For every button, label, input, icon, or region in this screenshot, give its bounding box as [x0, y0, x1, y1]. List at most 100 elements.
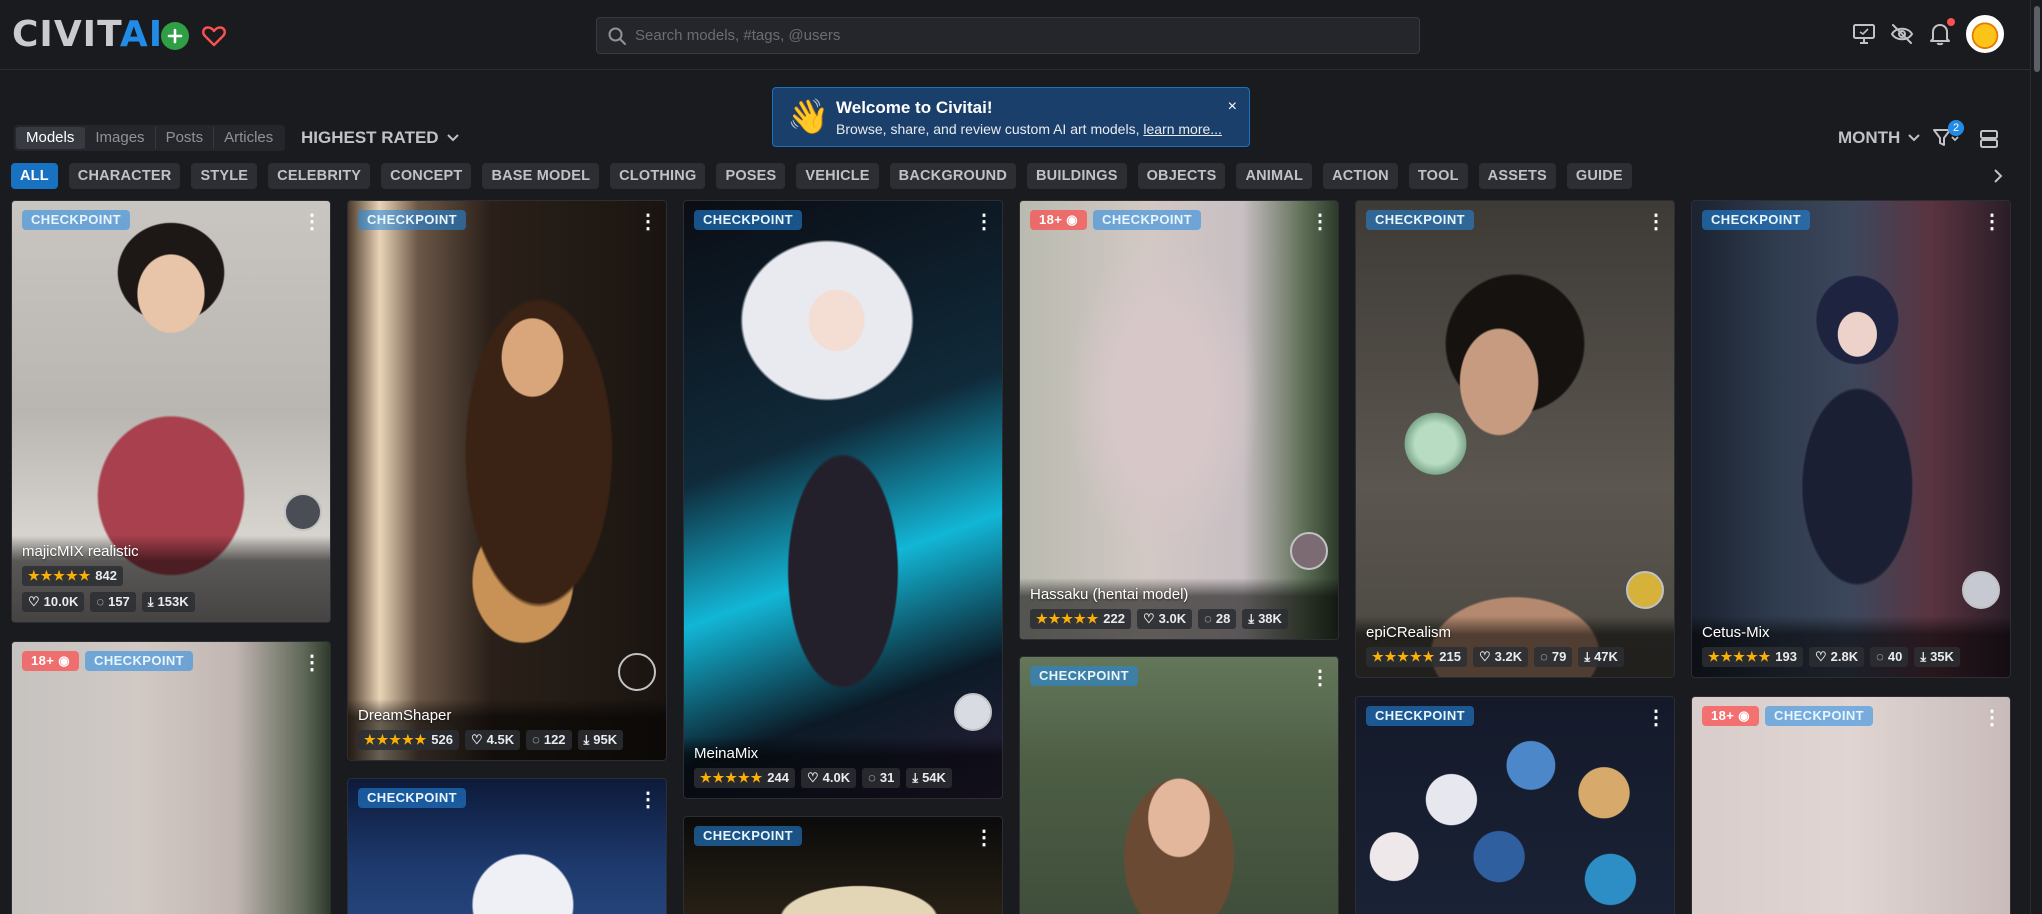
model-card[interactable]: CHECKPOINT ⋮ [683, 816, 1003, 914]
chip-background[interactable]: BACKGROUND [889, 163, 1017, 189]
card-menu-button[interactable]: ⋮ [1310, 211, 1330, 233]
creator-avatar[interactable] [618, 653, 656, 691]
chip-objects[interactable]: OBJECTS [1137, 163, 1226, 189]
tab-articles[interactable]: Articles [213, 127, 283, 149]
model-card[interactable]: 18+ ◉ CHECKPOINT ⋮ Hassaku (hentai model… [1019, 200, 1339, 640]
model-card[interactable]: CHECKPOINT ⋮ MeinaMix ★★★★★ 244 ♡ 4.0K ◌ 31… [683, 200, 1003, 799]
card-menu-button[interactable]: ⋮ [1646, 211, 1666, 233]
star-rating-icon: ★★★★★ [1372, 649, 1436, 664]
card-menu-button[interactable]: ⋮ [638, 211, 658, 233]
model-title[interactable]: DreamShaper [358, 707, 656, 724]
model-card[interactable]: CHECKPOINT ⋮ [1019, 656, 1339, 914]
downloads-stat: ⤓ 38K [1242, 609, 1288, 629]
model-card[interactable]: CHECKPOINT ⋮ majicMIX realistic ★★★★★ 842… [11, 200, 331, 623]
comments-stat: ◌ 79 [1534, 647, 1573, 667]
model-card[interactable]: CHECKPOINT ⋮ Cetus-Mix ★★★★★ 193 ♡ 2.8K ◌ 4… [1691, 200, 2011, 678]
page-scrollbar[interactable] [2030, 0, 2042, 914]
tab-models[interactable]: Models [16, 127, 85, 149]
nsfw-label: 18+ [31, 653, 55, 668]
card-menu-button[interactable]: ⋮ [974, 827, 994, 849]
comments-count: 157 [108, 594, 130, 609]
card-menu-button[interactable]: ⋮ [1310, 667, 1330, 689]
notification-dot [1947, 18, 1955, 26]
chip-buildings[interactable]: BUILDINGS [1027, 163, 1127, 189]
heart-icon: ♡ [806, 770, 819, 785]
blurred-preview-image [12, 642, 330, 914]
rating-stat: ★★★★★ 842 [22, 566, 123, 586]
chevron-down-icon [1908, 134, 1921, 142]
chip-concept[interactable]: CONCEPT [381, 163, 472, 189]
comment-icon: ◌ [868, 770, 876, 785]
scrollbar-thumb[interactable] [2034, 6, 2040, 72]
card-menu-button[interactable]: ⋮ [1982, 211, 2002, 233]
model-card[interactable]: 18+ ◉ CHECKPOINT ⋮ [1691, 696, 2011, 914]
chip-style[interactable]: STYLE [191, 163, 258, 189]
model-title[interactable]: majicMIX realistic [22, 543, 320, 560]
chip-action[interactable]: ACTION [1323, 163, 1398, 189]
chip-clothing[interactable]: CLOTHING [610, 163, 706, 189]
model-card[interactable]: CHECKPOINT ⋮ [1355, 696, 1675, 914]
chip-base-model[interactable]: BASE MODEL [482, 163, 600, 189]
bell-icon[interactable] [1928, 18, 1955, 46]
chip-assets[interactable]: ASSETS [1478, 163, 1556, 189]
banner-close-button[interactable]: × [1228, 98, 1237, 116]
period-dropdown[interactable]: MONTH [1838, 128, 1921, 148]
model-title[interactable]: MeinaMix [694, 745, 992, 762]
layout-toggle-button[interactable] [1977, 127, 2001, 151]
eye-icon: ◉ [1066, 212, 1079, 227]
creator-avatar[interactable] [954, 693, 992, 731]
tab-images[interactable]: Images [84, 127, 154, 149]
card-menu-button[interactable]: ⋮ [1646, 707, 1666, 729]
model-card[interactable]: CHECKPOINT ⋮ [347, 778, 667, 914]
filter-button[interactable]: 2 [1930, 120, 1964, 150]
support-heart-button[interactable] [200, 22, 228, 50]
chip-poses[interactable]: POSES [716, 163, 786, 189]
creator-avatar[interactable] [284, 493, 322, 531]
learn-more-link[interactable]: learn more... [1143, 121, 1222, 137]
monitor-icon[interactable] [1852, 22, 1876, 46]
star-rating-icon: ★★★★★ [1036, 611, 1100, 626]
card-footer: DreamShaper ★★★★★ 526 ♡ 4.5K ◌ 122 ⤓ 95K [348, 699, 666, 760]
model-title[interactable]: epiCRealism [1366, 624, 1664, 641]
layout-stack-icon [1980, 130, 1998, 148]
sort-dropdown[interactable]: HIGHEST RATED [301, 128, 459, 148]
chips-scroll-right-button[interactable] [1988, 165, 2008, 187]
card-menu-button[interactable]: ⋮ [1982, 707, 2002, 729]
chip-all[interactable]: ALL [11, 163, 58, 189]
sort-label: HIGHEST RATED [301, 128, 439, 147]
heart-icon: ♡ [470, 732, 483, 747]
model-type-badge: CHECKPOINT [694, 210, 802, 230]
eye-off-icon[interactable] [1890, 22, 1914, 46]
search-input[interactable] [635, 27, 1395, 44]
chip-animal[interactable]: ANIMAL [1236, 163, 1313, 189]
card-menu-button[interactable]: ⋮ [974, 211, 994, 233]
model-title[interactable]: Hassaku (hentai model) [1030, 586, 1328, 603]
rating-row: ★★★★★ 842 [22, 566, 320, 586]
model-type-badge: CHECKPOINT [694, 826, 802, 846]
card-menu-button[interactable]: ⋮ [638, 789, 658, 811]
model-type-badge: CHECKPOINT [1702, 210, 1810, 230]
chip-vehicle[interactable]: VEHICLE [796, 163, 879, 189]
app-root: CIVITAI 👋 [0, 0, 2042, 914]
model-card[interactable]: 18+ ◉ CHECKPOINT ⋮ [11, 641, 331, 914]
creator-avatar[interactable] [1290, 532, 1328, 570]
civitai-logo[interactable]: CIVITAI [12, 17, 163, 53]
tab-posts[interactable]: Posts [154, 127, 214, 149]
downloads-count: 35K [1930, 649, 1954, 664]
user-avatar[interactable] [1966, 15, 2004, 53]
creator-avatar[interactable] [1626, 571, 1664, 609]
chip-tool[interactable]: TOOL [1408, 163, 1468, 189]
chip-guide[interactable]: GUIDE [1566, 163, 1632, 189]
search-bar[interactable] [596, 17, 1420, 54]
model-title[interactable]: Cetus-Mix [1702, 624, 2000, 641]
card-menu-button[interactable]: ⋮ [302, 652, 322, 674]
creator-avatar[interactable] [1962, 571, 2000, 609]
create-button[interactable] [161, 22, 189, 50]
model-card[interactable]: CHECKPOINT ⋮ epiCRealism ★★★★★ 215 ♡ 3.2K … [1355, 200, 1675, 678]
chip-character[interactable]: CHARACTER [68, 163, 181, 189]
model-card[interactable]: CHECKPOINT ⋮ DreamShaper ★★★★★ 526 ♡ 4.5K … [347, 200, 667, 761]
likes-stat: ♡ 2.8K [1808, 647, 1865, 667]
card-menu-button[interactable]: ⋮ [302, 211, 322, 233]
filter-count-badge: 2 [1948, 120, 1964, 136]
chip-celebrity[interactable]: CELEBRITY [268, 163, 371, 189]
